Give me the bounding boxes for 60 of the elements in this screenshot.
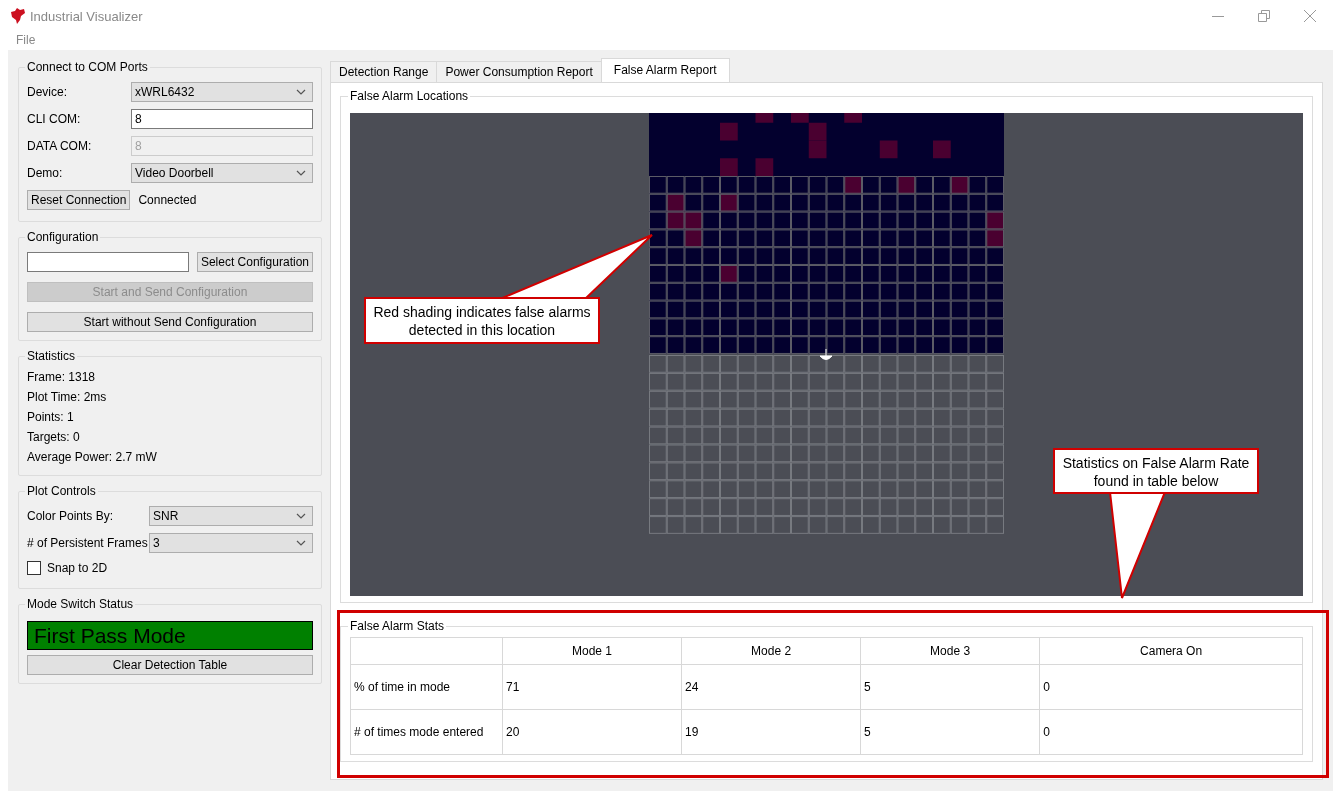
sensor-icon <box>819 348 833 360</box>
mode-status-display: First Pass Mode <box>27 621 313 650</box>
group-title: Connect to COM Ports <box>26 60 149 74</box>
reset-connection-button[interactable]: Reset Connection <box>27 189 131 210</box>
statistic-text: Frame: 1318 <box>27 369 97 386</box>
statistic-text: Points: 1 <box>27 409 75 426</box>
table-cell: 71 <box>502 664 682 710</box>
column-header: Mode 1 <box>502 637 682 665</box>
column-header: Mode 2 <box>681 637 861 665</box>
group-title: Plot Controls <box>26 484 97 498</box>
chevron-icon <box>296 512 306 519</box>
chevron-icon <box>296 88 306 95</box>
statistic-text: Average Power: 2.7 mW <box>27 449 158 466</box>
row-header: % of time in mode <box>350 664 503 710</box>
select-configuration-button[interactable]: Select Configuration <box>196 252 313 272</box>
chevron-icon <box>296 169 306 176</box>
connection-status: Connected <box>138 192 197 207</box>
dropdown[interactable]: Video Doorbell <box>131 162 313 183</box>
table-cell: 5 <box>860 664 1040 710</box>
field-label: DATA COM: <box>27 138 93 153</box>
chevron-icon <box>296 539 306 546</box>
tab[interactable]: Detection Range <box>330 61 438 82</box>
close-button[interactable] <box>1304 10 1316 22</box>
dropdown[interactable]: 3 <box>149 532 313 553</box>
callout-note: Red shading indicates false alarms detected in this location <box>364 297 600 344</box>
group-title: Mode Switch Status <box>26 597 135 611</box>
snap-checkbox[interactable]: Snap to 2D <box>27 556 313 580</box>
table-cell: 19 <box>681 709 861 755</box>
tab[interactable]: False Alarm Report <box>600 58 730 82</box>
restore-button[interactable] <box>1258 10 1270 22</box>
menu-item[interactable]: File <box>16 33 36 47</box>
clear-detection-table-button[interactable]: Clear Detection Table <box>27 655 313 675</box>
callout-note: Statistics on False Alarm Rate found in table below <box>1053 448 1259 494</box>
field-label: Color Points By: <box>27 508 115 523</box>
statistic-text: Plot Time: 2ms <box>27 389 108 406</box>
group-title: False Alarm Locations <box>349 89 470 103</box>
config-path-field[interactable] <box>27 252 189 272</box>
table-cell: 5 <box>860 709 1040 755</box>
statistic-text: Targets: 0 <box>27 429 81 446</box>
window-title: Industrial Visualizer <box>30 8 143 24</box>
table-cell: 24 <box>681 664 861 710</box>
table-cell: 0 <box>1039 709 1303 755</box>
field-label: Demo: <box>27 165 64 180</box>
column-header: Camera On <box>1039 637 1303 665</box>
table-cell: 0 <box>1039 664 1303 710</box>
tab[interactable]: Power Consumption Report <box>436 61 602 82</box>
dropdown[interactable]: xWRL6432 <box>131 81 313 102</box>
configuration-button[interactable]: Start without Send Configuration <box>27 312 313 332</box>
input-field[interactable]: 8 <box>131 108 313 129</box>
row-header: # of times mode entered <box>350 709 503 755</box>
column-header: Mode 3 <box>860 637 1040 665</box>
field-label: CLI COM: <box>27 111 82 126</box>
app-logo-icon <box>9 8 26 24</box>
group-title: Configuration <box>26 230 100 244</box>
table-cell: 20 <box>502 709 682 755</box>
group-title: Statistics <box>26 349 76 363</box>
field-label: # of Persistent Frames <box>27 535 149 550</box>
field-label: Device: <box>27 84 68 99</box>
group-title: False Alarm Stats <box>349 619 446 633</box>
dropdown[interactable]: SNR <box>149 505 313 526</box>
